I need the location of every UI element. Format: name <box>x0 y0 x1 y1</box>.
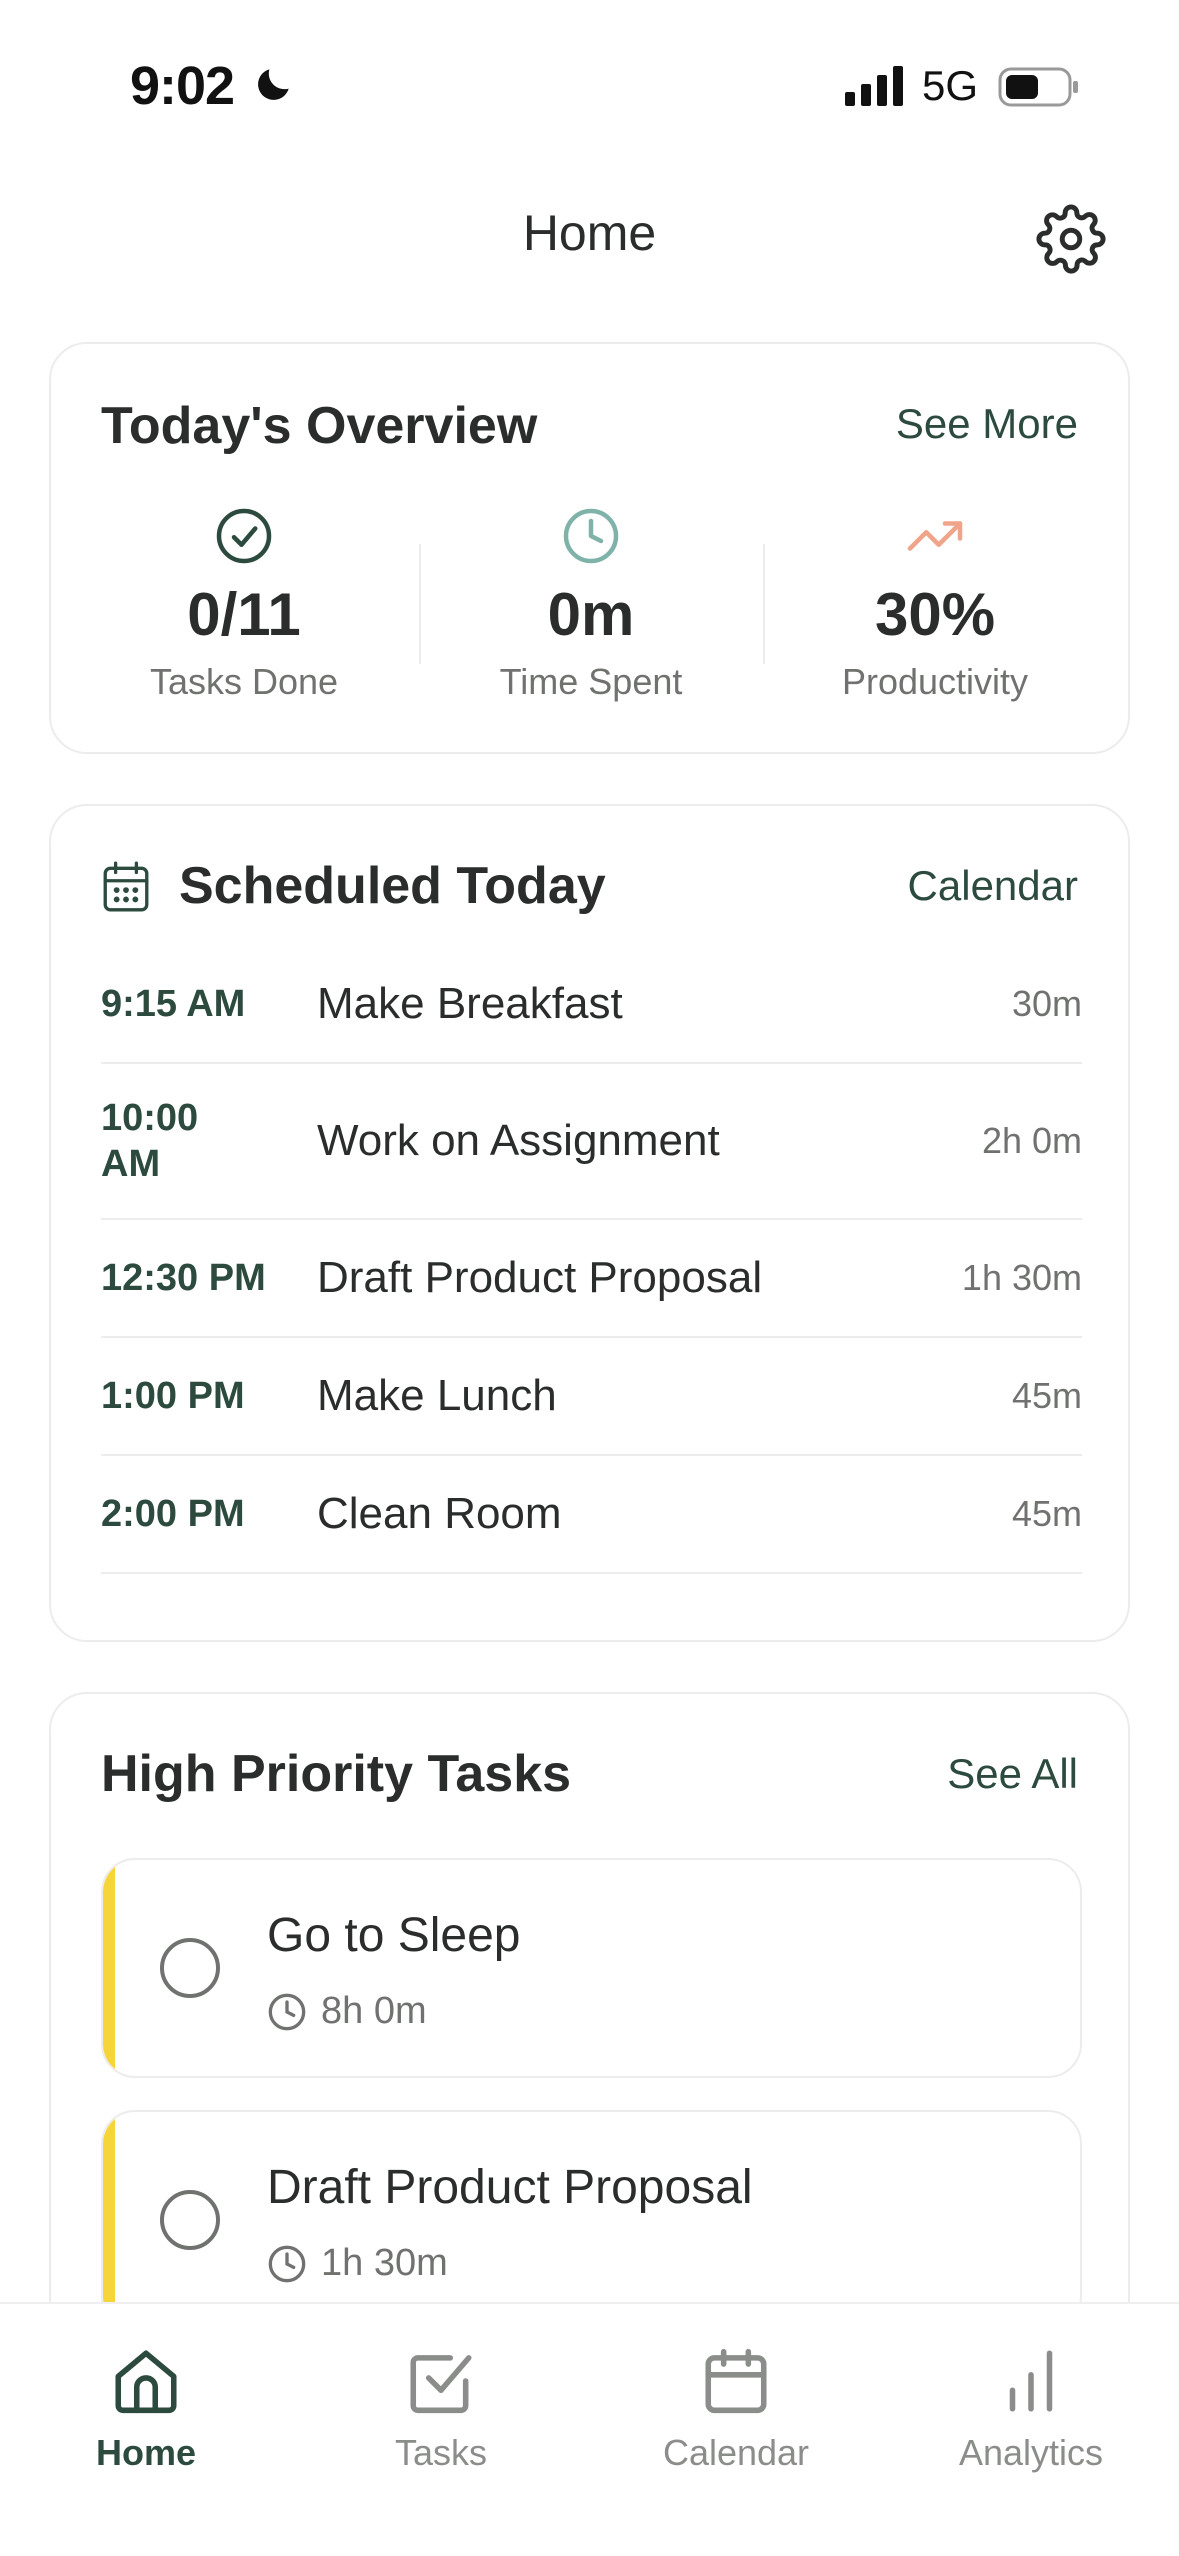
stat-tasks-done: 0/11 Tasks Done <box>74 506 414 703</box>
see-more-link[interactable]: See More <box>896 400 1078 448</box>
calendar-icon <box>705 2348 767 2414</box>
task-duration: 1h 30m <box>321 2242 448 2284</box>
schedule-duration: 2h 0m <box>981 1120 1082 1161</box>
stat-productivity: 30% Productivity <box>765 506 1105 703</box>
schedule-title: Scheduled Today <box>179 857 606 915</box>
schedule-name: Work on Assignment <box>317 1116 720 1165</box>
stat-label: Tasks Done <box>149 661 339 702</box>
priority-accent <box>103 2112 115 2328</box>
schedule-card: Scheduled Today Calendar 9:15 AM Make Br… <box>49 804 1130 1642</box>
settings-button[interactable] <box>1030 198 1112 280</box>
nav-label: Analytics <box>958 2432 1104 2473</box>
priority-accent <box>103 1860 115 2076</box>
moon-icon <box>258 69 289 100</box>
task-card[interactable]: Go to Sleep 8h 0m <box>101 1858 1082 2078</box>
task-checkbox[interactable] <box>160 1938 220 1998</box>
bar-chart-icon <box>1009 2350 1053 2412</box>
stat-time-spent: 0m Time Spent <box>421 506 761 703</box>
schedule-duration: 45m <box>1011 1375 1082 1416</box>
schedule-list: 9:15 AM Make Breakfast 30m 10:00 AM Work… <box>101 946 1082 1574</box>
nav-home[interactable]: Home <box>16 2344 276 2474</box>
schedule-row[interactable]: 10:00 AM Work on Assignment 2h 0m <box>101 1064 1082 1220</box>
overview-title: Today's Overview <box>101 397 538 455</box>
stat-value: 0m <box>547 581 635 648</box>
priority-title: High Priority Tasks <box>101 1745 572 1803</box>
schedule-time: 12:30 PM <box>101 1257 266 1299</box>
bottom-nav: Home Tasks Calendar Analytics <box>0 2302 1179 2556</box>
schedule-row[interactable]: 12:30 PM Draft Product Proposal 1h 30m <box>101 1220 1082 1338</box>
task-duration: 8h 0m <box>321 1990 427 2032</box>
trending-up-icon <box>907 521 963 551</box>
stat-label: Time Spent <box>499 661 683 702</box>
task-name: Draft Product Proposal <box>267 2161 753 2214</box>
clock-icon <box>268 2245 306 2283</box>
schedule-name: Draft Product Proposal <box>317 1253 763 1302</box>
schedule-time: 2:00 PM <box>101 1493 245 1535</box>
task-name: Go to Sleep <box>267 1909 521 1962</box>
schedule-name: Make Lunch <box>317 1371 557 1420</box>
gear-icon <box>1036 204 1106 274</box>
schedule-name: Clean Room <box>317 1489 562 1538</box>
task-checkbox[interactable] <box>160 2190 220 2250</box>
schedule-duration: 1h 30m <box>961 1257 1082 1298</box>
schedule-name: Make Breakfast <box>317 979 623 1028</box>
stat-label: Productivity <box>841 661 1029 702</box>
cellular-signal-icon <box>845 66 903 106</box>
stat-value: 30% <box>874 581 996 648</box>
schedule-row[interactable]: 2:00 PM Clean Room 45m <box>101 1456 1082 1574</box>
stat-value: 0/11 <box>187 581 301 648</box>
calendar-icon <box>103 861 149 912</box>
nav-label: Calendar <box>662 2432 810 2473</box>
home-icon <box>115 2350 177 2414</box>
battery-icon <box>998 67 1078 107</box>
clock-icon <box>563 508 619 564</box>
schedule-time: 9:15 AM <box>101 983 246 1025</box>
network-label: 5G <box>922 62 979 109</box>
schedule-row[interactable]: 1:00 PM Make Lunch 45m <box>101 1338 1082 1456</box>
clock-icon <box>268 1993 306 2031</box>
check-circle-icon <box>216 508 272 564</box>
see-all-link[interactable]: See All <box>947 1750 1078 1798</box>
schedule-time: 1:00 PM <box>101 1375 245 1417</box>
nav-label: Home <box>95 2432 197 2473</box>
schedule-duration: 45m <box>1011 1493 1082 1534</box>
overview-card: Today's Overview See More 0/11 Tasks Don… <box>49 342 1130 754</box>
calendar-link[interactable]: Calendar <box>908 862 1078 910</box>
nav-tasks[interactable]: Tasks <box>311 2344 571 2474</box>
page-title: Home <box>522 205 657 261</box>
task-card[interactable]: Draft Product Proposal 1h 30m <box>101 2110 1082 2330</box>
schedule-time: 10:00 AM <box>101 1097 199 1185</box>
nav-label: Tasks <box>394 2432 488 2473</box>
status-time: 9:02 <box>130 56 235 116</box>
schedule-duration: 30m <box>1011 983 1082 1024</box>
nav-analytics[interactable]: Analytics <box>901 2344 1161 2474</box>
checkbox-icon <box>410 2355 472 2414</box>
nav-calendar[interactable]: Calendar <box>606 2344 866 2474</box>
status-bar: 9:02 5G <box>0 0 1179 170</box>
schedule-row[interactable]: 9:15 AM Make Breakfast 30m <box>101 946 1082 1064</box>
